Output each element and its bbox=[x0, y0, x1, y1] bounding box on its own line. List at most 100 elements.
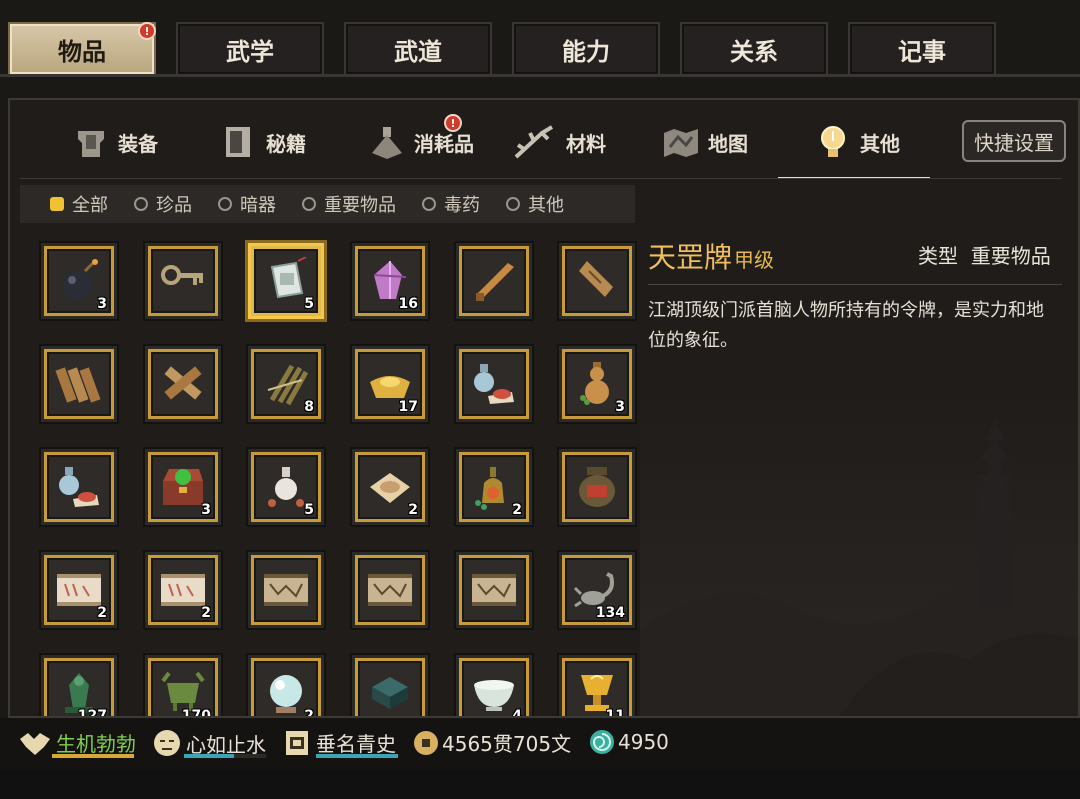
health-status[interactable]: 生机勃勃 bbox=[18, 728, 136, 757]
radio bbox=[134, 197, 148, 211]
points-value: 4950 bbox=[618, 730, 669, 754]
item-slot-frame bbox=[358, 661, 422, 716]
filter-important[interactable]: 重要物品 bbox=[302, 191, 396, 217]
item-slot[interactable]: 11 bbox=[562, 658, 632, 716]
wood-planks-icon bbox=[55, 367, 101, 403]
item-count: 2 bbox=[201, 605, 211, 621]
subtab-manuals[interactable]: 秘籍 bbox=[220, 112, 306, 172]
health-bar bbox=[52, 754, 134, 758]
item-slot[interactable]: 16 bbox=[355, 246, 425, 316]
item-slot-frame bbox=[462, 558, 526, 622]
item-slot[interactable] bbox=[251, 555, 321, 625]
money-value: 4565贯705文 bbox=[442, 732, 572, 756]
item-slot-frame: 5 bbox=[254, 455, 318, 519]
fame-bar bbox=[316, 754, 398, 758]
tab-label: 能力 bbox=[562, 37, 610, 66]
item-title: 天罡牌 甲级 bbox=[648, 236, 774, 276]
item-slot-frame: 8 bbox=[254, 352, 318, 416]
gourd-vase-icon bbox=[580, 362, 609, 405]
item-slot[interactable]: 2 bbox=[148, 555, 218, 625]
radio bbox=[218, 197, 232, 211]
item-slot-frame: 3 bbox=[151, 455, 215, 519]
item-slot[interactable]: 170 bbox=[148, 658, 218, 716]
subtab-maps[interactable]: 地图 bbox=[662, 112, 748, 172]
item-grade: 甲级 bbox=[734, 248, 775, 272]
item-slot[interactable]: 3 bbox=[562, 349, 632, 419]
subtab-label: 秘籍 bbox=[266, 131, 306, 156]
green-bottle-icon bbox=[475, 467, 504, 510]
subtab-label: 地图 bbox=[708, 131, 748, 156]
armor-icon bbox=[72, 123, 110, 161]
item-slot[interactable]: 2 bbox=[355, 452, 425, 522]
item-slot[interactable]: 127 bbox=[44, 658, 114, 716]
item-slot[interactable] bbox=[459, 555, 529, 625]
tab-items[interactable]: 物品 ! bbox=[8, 22, 156, 74]
item-slot-frame: 134 bbox=[565, 558, 629, 622]
item-slot[interactable] bbox=[459, 349, 529, 419]
subtab-equipment[interactable]: 装备 bbox=[72, 112, 158, 172]
tab-relations[interactable]: 关系 bbox=[680, 22, 828, 74]
item-slot-frame: 2 bbox=[462, 455, 526, 519]
item-slot[interactable] bbox=[44, 452, 114, 522]
calm-face-icon bbox=[154, 730, 180, 756]
item-slot[interactable] bbox=[148, 349, 218, 419]
tab-label: 关系 bbox=[730, 37, 778, 66]
item-count: 127 bbox=[77, 708, 107, 716]
type-value: 重要物品 bbox=[970, 244, 1051, 268]
filter-hidden-weapons[interactable]: 暗器 bbox=[218, 191, 276, 217]
item-slot[interactable] bbox=[459, 246, 529, 316]
item-slot[interactable]: 3 bbox=[44, 246, 114, 316]
map-scroll-icon bbox=[264, 574, 308, 606]
filter-poison[interactable]: 毒药 bbox=[422, 191, 480, 217]
item-slot[interactable] bbox=[562, 246, 632, 316]
item-slot[interactable]: 17 bbox=[355, 349, 425, 419]
tab-journal[interactable]: 记事 bbox=[848, 22, 996, 74]
item-slot-frame bbox=[254, 558, 318, 622]
item-slot[interactable] bbox=[355, 555, 425, 625]
item-slot[interactable]: 2 bbox=[459, 452, 529, 522]
alert-badge: ! bbox=[138, 22, 156, 40]
item-slot[interactable]: 4 bbox=[459, 658, 529, 716]
item-slot[interactable]: 8 bbox=[251, 349, 321, 419]
scroll-icon bbox=[161, 574, 205, 606]
item-slot[interactable] bbox=[148, 246, 218, 316]
item-slot[interactable] bbox=[562, 452, 632, 522]
tab-label: 记事 bbox=[898, 37, 946, 66]
wooden-sword-icon bbox=[476, 263, 514, 301]
subtab-materials[interactable]: 材料 bbox=[512, 112, 606, 172]
item-slot-selected[interactable]: 5 bbox=[251, 246, 321, 316]
item-slot-frame bbox=[565, 249, 629, 313]
subtab-consumables[interactable]: 消耗品 ! bbox=[368, 112, 474, 172]
map-scroll-icon bbox=[472, 574, 516, 606]
item-slot-frame: 170 bbox=[151, 661, 215, 716]
bamboo-bundle-icon bbox=[267, 364, 309, 406]
item-slot-frame: 2 bbox=[47, 558, 111, 622]
item-slot[interactable] bbox=[44, 349, 114, 419]
item-slot[interactable]: 134 bbox=[562, 555, 632, 625]
item-slot[interactable]: 5 bbox=[251, 452, 321, 522]
status-bar: 生机勃勃 心如止水 垂名青史 4565贯705文 4950 bbox=[0, 718, 1080, 770]
item-slot-frame bbox=[462, 352, 526, 416]
item-slot[interactable]: 2 bbox=[251, 658, 321, 716]
item-slot-frame: 16 bbox=[358, 249, 422, 313]
item-slot-frame bbox=[151, 249, 215, 313]
filter-other[interactable]: 其他 bbox=[506, 191, 564, 217]
item-slot-frame: 4 bbox=[462, 661, 526, 716]
filter-all[interactable]: 全部 bbox=[50, 191, 108, 217]
item-slot[interactable]: 2 bbox=[44, 555, 114, 625]
filter-treasures[interactable]: 珍品 bbox=[134, 191, 192, 217]
landscape-background bbox=[640, 380, 1078, 716]
item-slot[interactable] bbox=[355, 658, 425, 716]
item-slot[interactable]: 3 bbox=[148, 452, 218, 522]
bomb-icon bbox=[62, 259, 98, 300]
quick-settings-button[interactable]: 快捷设置 bbox=[962, 120, 1066, 162]
subtab-others[interactable]: 其他 bbox=[814, 112, 900, 172]
pearl-icon bbox=[270, 675, 302, 713]
tab-abilities[interactable]: 能力 bbox=[512, 22, 660, 74]
tab-martial-way[interactable]: 武道 bbox=[344, 22, 492, 74]
item-count: 8 bbox=[304, 399, 314, 415]
spiral-orb-icon bbox=[590, 730, 614, 754]
fame-status[interactable]: 垂名青史 bbox=[284, 728, 396, 757]
item-count: 2 bbox=[97, 605, 107, 621]
tab-martial-arts[interactable]: 武学 bbox=[176, 22, 324, 74]
